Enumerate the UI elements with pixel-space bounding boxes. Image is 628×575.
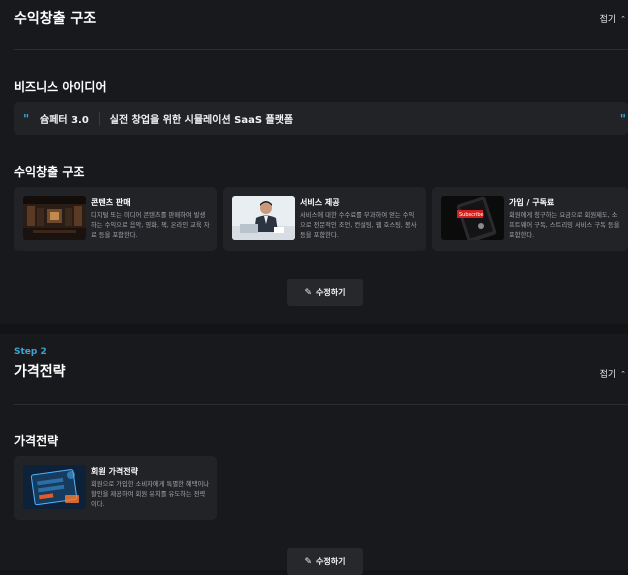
- card-title: 서비스 제공: [300, 198, 340, 207]
- revenue-card[interactable]: Subscribe 가입 / 구독료 회원에게 청구하는 요금으로 회원제도, …: [432, 187, 628, 251]
- edit-label: 수정하기: [316, 557, 346, 566]
- edit-button[interactable]: ✎ 수정하기: [287, 279, 363, 306]
- quote-open-icon: ": [23, 111, 30, 126]
- card-description: 회원으로 가입한 소비자에게 특별한 혜택이나 할인을 제공하여 회원 유치를 …: [91, 481, 210, 508]
- business-idea-bar: " 슘페터 3.0 실전 창업을 위한 시뮬레이션 SaaS 플랫폼 ": [14, 102, 628, 135]
- chevron-up-icon: ⌃: [620, 369, 626, 378]
- business-idea-heading: 비즈니스 아이디어: [14, 80, 107, 94]
- quote-close-icon: ": [619, 111, 626, 126]
- subscribe-phone-image: Subscribe: [441, 196, 504, 240]
- card-description: 서비스에 대한 수수료를 부과하여 얻는 수익으로 전문적인 조언, 컨설팅, …: [300, 212, 417, 239]
- pricing-card[interactable]: 회원 가격전략 회원으로 가입한 소비자에게 특별한 혜택이나 할인을 제공하여…: [14, 456, 217, 520]
- pricing-strategy-panel: Step 2 가격전략 접기 ⌃ 가격전략 회원 가격전략 회원으로 가입한 소…: [0, 334, 628, 575]
- pencil-icon: ✎: [304, 287, 313, 298]
- collapse-button[interactable]: 접기 ⌃: [599, 367, 628, 381]
- separator: [98, 111, 100, 126]
- card-title: 회원 가격전략: [91, 467, 138, 476]
- pricing-heading: 가격전략: [14, 434, 59, 448]
- revenue-structure-panel: 수익창출 구조 접기 ⌃ 비즈니스 아이디어 " 슘페터 3.0 실전 창업을 …: [0, 0, 628, 324]
- divider: [14, 404, 628, 405]
- login-screen-image: [23, 465, 86, 509]
- edit-label: 수정하기: [316, 288, 346, 297]
- revenue-card[interactable]: 서비스 제공 서비스에 대한 수수료를 부과하여 얻는 수익으로 전문적인 조언…: [223, 187, 426, 251]
- step-label: Step 2: [14, 347, 47, 357]
- panel-title: 수익창출 구조: [14, 11, 97, 27]
- svg-text:Subscribe: Subscribe: [459, 212, 484, 218]
- business-idea-description: 실전 창업을 위한 시뮬레이션 SaaS 플랫폼: [109, 115, 294, 126]
- media-library-image: [23, 196, 86, 240]
- chevron-up-icon: ⌃: [620, 14, 626, 23]
- card-description: 회원에게 청구하는 요금으로 회원제도, 소프트웨어 구독, 스트리밍 서비스 …: [509, 212, 620, 239]
- business-idea-name: 슘페터 3.0: [40, 115, 89, 126]
- card-title: 콘텐츠 판매: [91, 198, 131, 207]
- revenue-heading: 수익창출 구조: [14, 165, 85, 179]
- collapse-button[interactable]: 접기 ⌃: [599, 12, 628, 26]
- card-description: 디지털 또는 미디어 콘텐츠를 판매하여 발생하는 수익으로 음악, 영화, 책…: [91, 212, 210, 239]
- collapse-label: 접기: [599, 370, 617, 380]
- revenue-card[interactable]: 콘텐츠 판매 디지털 또는 미디어 콘텐츠를 판매하여 발생하는 수익으로 음악…: [14, 187, 217, 251]
- collapse-label: 접기: [599, 15, 617, 25]
- divider: [14, 49, 628, 50]
- panel-title: 가격전략: [14, 364, 66, 380]
- businessman-laptop-image: [232, 196, 295, 240]
- pencil-icon: ✎: [304, 556, 313, 567]
- edit-button[interactable]: ✎ 수정하기: [287, 548, 363, 575]
- card-title: 가입 / 구독료: [509, 198, 555, 207]
